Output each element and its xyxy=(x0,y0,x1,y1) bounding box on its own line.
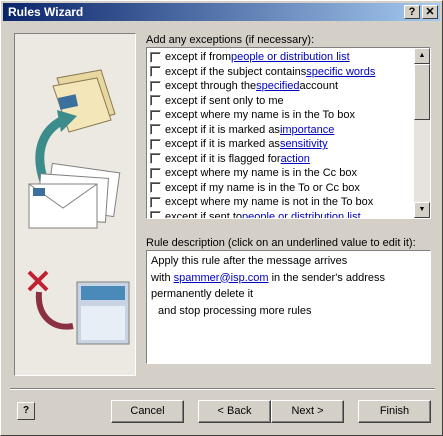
exception-link[interactable]: action xyxy=(281,153,310,165)
exception-item[interactable]: except where my name is in the Cc box xyxy=(149,166,412,181)
separator xyxy=(10,388,435,390)
exception-text: except if my name is in the To or Cc box xyxy=(165,181,360,194)
exception-text: except if sent to xyxy=(165,210,243,219)
exception-checkbox[interactable] xyxy=(150,167,161,179)
rule-description-box[interactable]: Apply this rule after the message arrive… xyxy=(146,250,431,364)
rule-text: with xyxy=(151,271,174,284)
exception-checkbox[interactable] xyxy=(150,51,161,63)
rules-wizard-dialog: Rules Wizard ? ✕ Add any exceptions (if … xyxy=(0,0,443,436)
exception-item[interactable]: except where my name is in the To box xyxy=(149,108,412,123)
title-bar: Rules Wizard ? ✕ xyxy=(3,3,440,21)
scroll-down-button[interactable]: ▼ xyxy=(414,202,430,218)
exception-checkbox[interactable] xyxy=(150,95,161,107)
title-help-button[interactable]: ? xyxy=(404,5,420,19)
exception-text: except if from xyxy=(165,51,232,64)
exception-item[interactable]: except if it is marked as importance xyxy=(149,123,412,138)
exception-link[interactable]: sensitivity xyxy=(280,138,328,150)
finish-button[interactable]: Finish xyxy=(358,400,431,423)
exception-text: except where my name is in the To box xyxy=(165,109,355,122)
exception-item[interactable]: except where my name is not in the To bo… xyxy=(149,195,412,210)
exception-item[interactable]: except if it is flagged for action xyxy=(149,152,412,167)
exception-text: except through the xyxy=(165,80,257,93)
rule-description-line: and stop processing more rules xyxy=(158,304,312,317)
exception-checkbox[interactable] xyxy=(150,153,161,165)
scroll-up-button[interactable]: ▲ xyxy=(414,48,430,64)
exceptions-list[interactable]: except if from people or distribution li… xyxy=(146,47,431,219)
delete-x-icon xyxy=(27,270,49,292)
wizard-illustration xyxy=(14,33,136,376)
exception-link[interactable]: specific words xyxy=(306,66,375,78)
exception-checkbox[interactable] xyxy=(150,80,161,92)
next-button[interactable]: Next > xyxy=(271,400,344,423)
exception-link[interactable]: people or distribution list xyxy=(242,211,361,218)
exception-checkbox[interactable] xyxy=(150,211,161,218)
close-button[interactable]: ✕ xyxy=(422,5,438,19)
exception-checkbox[interactable] xyxy=(150,182,161,194)
exception-checkbox[interactable] xyxy=(150,138,161,150)
exceptions-heading: Add any exceptions (if necessary): xyxy=(146,34,315,46)
rule-description-line: permanently delete it xyxy=(151,288,254,300)
exception-item[interactable]: except if my name is in the To or Cc box xyxy=(149,181,412,196)
rule-text: in the sender's address xyxy=(268,271,385,284)
exception-item[interactable]: except if sent only to me xyxy=(149,94,412,109)
message-card-icon xyxy=(76,281,130,345)
rule-description-line: Apply this rule after the message arrive… xyxy=(151,255,348,267)
exception-checkbox[interactable] xyxy=(150,109,161,121)
exception-text: except if it is flagged for xyxy=(165,152,281,165)
exception-text: except where my name is not in the To bo… xyxy=(165,196,374,209)
sender-address-link[interactable]: spammer@isp.com xyxy=(174,272,269,284)
rule-description-line: with spammer@isp.com in the sender's add… xyxy=(151,270,426,287)
help-button[interactable]: ? xyxy=(17,402,35,420)
scroll-thumb[interactable] xyxy=(414,64,430,120)
exception-text: account xyxy=(299,80,339,93)
exception-text: except if it is marked as xyxy=(165,123,280,136)
exception-checkbox[interactable] xyxy=(150,66,161,78)
back-button[interactable]: < Back xyxy=(198,400,271,423)
wizard-illustration-graphic xyxy=(27,69,130,345)
exception-link[interactable]: importance xyxy=(280,124,334,136)
exceptions-scrollbar[interactable]: ▲ ▼ xyxy=(414,48,430,218)
exception-item[interactable]: except if the subject contains specific … xyxy=(149,65,412,80)
exception-link[interactable]: specified xyxy=(256,80,299,92)
exception-text: except if it is marked as xyxy=(165,138,280,151)
exception-checkbox[interactable] xyxy=(150,196,161,208)
exception-text: except where my name is in the Cc box xyxy=(165,167,357,180)
exception-checkbox[interactable] xyxy=(150,124,161,136)
exception-item[interactable]: except through the specified account xyxy=(149,79,412,94)
window-title: Rules Wizard xyxy=(8,5,84,19)
exception-link[interactable]: people or distribution list xyxy=(231,51,350,63)
rule-description-heading: Rule description (click on an underlined… xyxy=(146,237,416,249)
exception-text: except if sent only to me xyxy=(165,94,284,107)
exception-text: except if the subject contains xyxy=(165,65,307,78)
exception-item[interactable]: except if it is marked as sensitivity xyxy=(149,137,412,152)
exception-item[interactable]: except if sent to people or distribution… xyxy=(149,210,412,219)
exception-item[interactable]: except if from people or distribution li… xyxy=(149,50,412,65)
cancel-button[interactable]: Cancel xyxy=(111,400,184,423)
